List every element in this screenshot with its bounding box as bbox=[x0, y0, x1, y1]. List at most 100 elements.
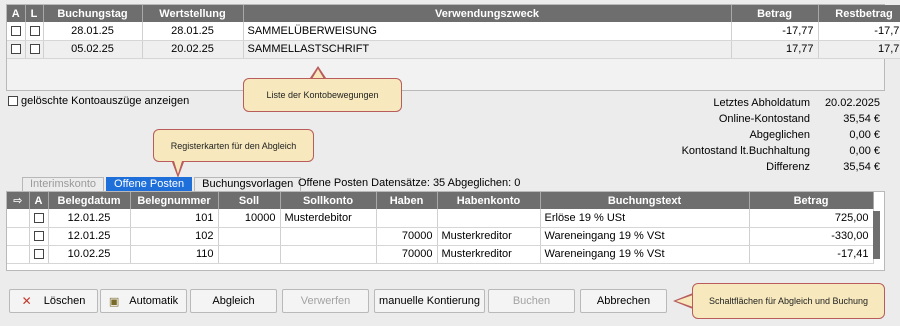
table-row[interactable]: 10.02.25 110 70000 Musterkreditor Warene… bbox=[7, 245, 874, 264]
cell-sollkonto bbox=[280, 227, 377, 246]
col-header-habenkonto[interactable]: Habenkonto bbox=[437, 192, 541, 209]
vertical-scrollbar[interactable] bbox=[873, 211, 880, 259]
manuelle-kontierung-button[interactable]: manuelle Kontierung bbox=[374, 289, 485, 313]
col-header-belegnummer[interactable]: Belegnummer bbox=[130, 192, 219, 209]
tab-interimskonto[interactable]: Interimskonto bbox=[22, 177, 105, 192]
cell-belegdatum: 12.01.25 bbox=[48, 209, 131, 228]
summary-value: 0,00 € bbox=[849, 129, 880, 141]
row-indicator[interactable] bbox=[7, 227, 30, 246]
row-checkbox-a[interactable] bbox=[11, 25, 21, 36]
row-checkbox-l[interactable] bbox=[29, 44, 40, 55]
cell-restbetrag: 17,77 bbox=[818, 40, 900, 59]
automatik-button[interactable]: ▣ Automatik bbox=[100, 289, 187, 313]
summary-value: 35,54 € bbox=[843, 161, 880, 173]
callout-schaltflaechen: Schaltflächen für Abgleich und Buchung bbox=[692, 283, 885, 319]
cell-verwendungszweck: SAMMELLASTSCHRIFT bbox=[243, 40, 732, 59]
cell-a[interactable] bbox=[29, 209, 49, 228]
cell-l[interactable] bbox=[25, 22, 44, 41]
table-row[interactable]: 12.01.25 101 10000 Musterdebitor Erlöse … bbox=[7, 209, 874, 228]
table-row[interactable]: 12.01.25 102 70000 Musterkreditor Warene… bbox=[7, 227, 874, 246]
buchen-button[interactable]: Buchen bbox=[488, 289, 575, 313]
cell-buchungstag: 05.02.25 bbox=[43, 40, 143, 59]
row-checkbox[interactable] bbox=[33, 231, 44, 242]
cell-haben: 70000 bbox=[376, 245, 438, 264]
col-header-haben[interactable]: Haben bbox=[376, 192, 438, 209]
callout-kontobewegungen: Liste der Kontobewegungen bbox=[243, 78, 402, 112]
tab-offene-posten[interactable]: Offene Posten bbox=[106, 177, 193, 192]
cell-betrag: 17,77 bbox=[731, 40, 819, 59]
cell-betrag: -330,00 bbox=[749, 227, 874, 246]
col-header-buchungstag[interactable]: Buchungstag bbox=[43, 5, 143, 22]
col-header-restbetrag[interactable]: Restbetrag bbox=[818, 5, 900, 22]
summary-label: Online-Kontostand bbox=[718, 113, 810, 125]
table-row[interactable]: 05.02.25 20.02.25 SAMMELLASTSCHRIFT 17,7… bbox=[7, 40, 900, 59]
close-icon: ✕ bbox=[21, 294, 32, 308]
cell-buchungstag: 28.01.25 bbox=[43, 22, 143, 41]
geloeschte-kontoauszuege-toggle[interactable]: gelöschte Kontoauszüge anzeigen bbox=[8, 95, 189, 107]
cell-betrag: -17,77 bbox=[731, 22, 819, 41]
cell-buchungstext: Wareneingang 19 % VSt bbox=[540, 227, 750, 246]
summary-value: 0,00 € bbox=[849, 145, 880, 157]
row-checkbox-a[interactable] bbox=[11, 44, 21, 55]
cell-belegnummer: 110 bbox=[130, 245, 219, 264]
callout-tail-fill bbox=[676, 295, 693, 307]
summary-label: Kontostand lt.Buchhaltung bbox=[681, 145, 810, 157]
cell-restbetrag: -17,77 bbox=[818, 22, 900, 41]
abbrechen-button-label: Abbrechen bbox=[596, 295, 651, 307]
cell-wertstellung: 20.02.25 bbox=[142, 40, 244, 59]
cell-a[interactable] bbox=[7, 22, 26, 41]
cell-belegdatum: 12.01.25 bbox=[48, 227, 131, 246]
callout-tail-fill bbox=[174, 161, 182, 174]
cell-haben: 70000 bbox=[376, 227, 438, 246]
abgleich-button-label: Abgleich bbox=[212, 295, 255, 307]
col-header-wertstellung[interactable]: Wertstellung bbox=[142, 5, 244, 22]
col-header-betrag[interactable]: Betrag bbox=[749, 192, 874, 209]
cell-a[interactable] bbox=[7, 40, 26, 59]
cell-haben bbox=[376, 209, 438, 228]
summary-value: 20.02.2025 bbox=[824, 97, 880, 109]
abgleich-button[interactable]: Abgleich bbox=[190, 289, 277, 313]
automatik-button-label: Automatik bbox=[129, 295, 179, 307]
table-row[interactable]: 28.01.25 28.01.25 SAMMELÜBERWEISUNG -17,… bbox=[7, 22, 900, 41]
col-header-betrag[interactable]: Betrag bbox=[731, 5, 819, 22]
cell-soll bbox=[218, 245, 281, 264]
verwerfen-button-label: Verwerfen bbox=[300, 295, 351, 307]
row-indicator-header: ⇨ bbox=[7, 192, 30, 209]
geloeschte-checkbox-label: gelöschte Kontoauszüge anzeigen bbox=[21, 95, 190, 107]
cell-a[interactable] bbox=[29, 245, 49, 264]
col-header-a[interactable]: A bbox=[29, 192, 49, 209]
cell-habenkonto: Musterkreditor bbox=[437, 227, 541, 246]
offene-posten-info: Offene Posten Datensätze: 35 Abgeglichen… bbox=[298, 177, 521, 189]
cell-a[interactable] bbox=[29, 227, 49, 246]
cell-belegnummer: 101 bbox=[130, 209, 219, 228]
cell-sollkonto bbox=[280, 245, 377, 264]
col-header-verwendungszweck[interactable]: Verwendungszweck bbox=[243, 5, 732, 22]
cell-l[interactable] bbox=[25, 40, 44, 59]
row-checkbox[interactable] bbox=[33, 249, 44, 260]
manuelle-kontierung-button-label: manuelle Kontierung bbox=[379, 295, 480, 307]
col-header-soll[interactable]: Soll bbox=[218, 192, 281, 209]
col-header-belegdatum[interactable]: Belegdatum bbox=[48, 192, 131, 209]
cell-belegnummer: 102 bbox=[130, 227, 219, 246]
col-header-l[interactable]: L bbox=[25, 5, 44, 22]
row-checkbox[interactable] bbox=[33, 212, 44, 223]
row-indicator[interactable] bbox=[7, 245, 30, 264]
cell-betrag: -17,41 bbox=[749, 245, 874, 264]
verwerfen-button[interactable]: Verwerfen bbox=[282, 289, 369, 313]
cell-sollkonto: Musterdebitor bbox=[280, 209, 377, 228]
kontobewegungen-table: A L Buchungstag Wertstellung Verwendungs… bbox=[7, 5, 900, 59]
offene-posten-table: ⇨ A Belegdatum Belegnummer Soll Sollkont… bbox=[7, 192, 874, 264]
col-header-sollkonto[interactable]: Sollkonto bbox=[280, 192, 377, 209]
geloeschte-checkbox[interactable] bbox=[8, 96, 18, 106]
tab-buchungsvorlagen[interactable]: Buchungsvorlagen bbox=[194, 177, 302, 192]
row-checkbox-l[interactable] bbox=[29, 25, 40, 36]
cell-habenkonto bbox=[437, 209, 541, 228]
abbrechen-button[interactable]: Abbrechen bbox=[580, 289, 667, 313]
col-header-a[interactable]: A bbox=[7, 5, 26, 22]
row-indicator[interactable] bbox=[7, 209, 30, 228]
loeschen-button[interactable]: ✕ Löschen bbox=[9, 289, 98, 313]
col-header-buchungstext[interactable]: Buchungstext bbox=[540, 192, 750, 209]
summary-label: Differenz bbox=[766, 161, 810, 173]
cell-verwendungszweck: SAMMELÜBERWEISUNG bbox=[243, 22, 732, 41]
cell-soll bbox=[218, 227, 281, 246]
